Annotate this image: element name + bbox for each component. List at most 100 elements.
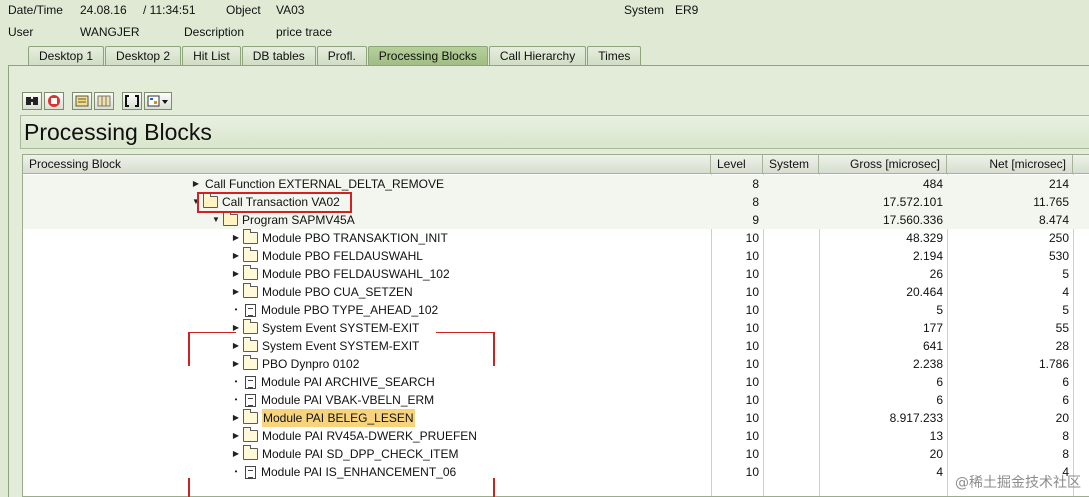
cell-net: 530 (1048, 249, 1069, 263)
column-header-net[interactable]: Net [microsec] (947, 155, 1073, 174)
table-row[interactable]: ▶ Module PBO FELDAUSWAHL 10 2.194 530 (23, 247, 1089, 265)
expand-arrow-icon[interactable]: ▶ (191, 175, 201, 193)
tab-desktop-2[interactable]: Desktop 2 (105, 46, 182, 66)
expand-arrow-icon[interactable]: ▶ (231, 445, 241, 463)
tree-node[interactable]: ▶ Module PBO FELDAUSWAHL (231, 247, 423, 265)
folder-icon (243, 445, 258, 460)
table-row[interactable]: • Module PBO TYPE_AHEAD_102 10 5 5 (23, 301, 1089, 319)
cell-level: 9 (752, 213, 759, 227)
tab-processing-blocks[interactable]: Processing Blocks (367, 46, 488, 66)
cell-level: 10 (745, 285, 759, 299)
tree-node[interactable]: • Module PBO TYPE_AHEAD_102 (231, 301, 439, 319)
cell-gross: 26 (929, 267, 943, 281)
layout-menu-icon[interactable] (144, 92, 172, 110)
table-row[interactable]: • Module PAI IS_ENHANCEMENT_06 10 4 4 (23, 463, 1089, 481)
folder-icon (243, 355, 258, 370)
stop-icon[interactable] (44, 92, 64, 110)
cell-gross: 17.572.101 (882, 195, 943, 209)
tree-node[interactable]: ▶ System Event SYSTEM-EXIT (231, 319, 419, 337)
description-value: price trace (276, 25, 333, 39)
cell-gross: 17.560.336 (882, 213, 943, 227)
table-row[interactable]: ▶ System Event SYSTEM-EXIT 10 641 28 (23, 337, 1089, 355)
tree-node[interactable]: ▶ Module PBO FELDAUSWAHL_102 (231, 265, 450, 283)
block-name: Module PBO FELDAUSWAHL_102 (262, 267, 450, 281)
annotation-line-right-top (493, 332, 495, 366)
header-row-1: Date/Time 24.08.16 / 11:34:51 Object VA0… (0, 0, 1089, 20)
table-row[interactable]: ▶ Module PAI BELEG_LESEN 10 8.917.233 20 (23, 409, 1089, 427)
document-icon (245, 465, 256, 479)
tree-node[interactable]: • Module PAI ARCHIVE_SEARCH (231, 373, 435, 391)
collapse-icon[interactable] (94, 92, 114, 110)
block-name: Module PAI RV45A-DWERK_PRUEFEN (262, 429, 477, 443)
block-name: Module PAI IS_ENHANCEMENT_06 (261, 465, 457, 479)
tree-node[interactable]: ▶ Module PAI BELEG_LESEN (231, 409, 415, 427)
collapse-arrow-icon[interactable]: ▼ (211, 211, 221, 229)
expand-arrow-icon[interactable]: ▶ (231, 427, 241, 445)
expand-arrow-icon[interactable]: ▶ (231, 337, 241, 355)
tree-node[interactable]: ▶ Module PBO TRANSAKTION_INIT (231, 229, 448, 247)
table-row[interactable]: ▼ Call Transaction VA02 8 17.572.101 11.765 (23, 193, 1089, 211)
leaf-bullet-icon: • (234, 467, 238, 476)
tab-call-hierarchy[interactable]: Call Hierarchy (488, 46, 587, 66)
cell-gross: 484 (922, 177, 943, 191)
cell-net: 20 (1055, 411, 1069, 425)
annotation-line-left-top (188, 332, 190, 366)
expand-icon[interactable] (72, 92, 92, 110)
tree-node[interactable]: ▼ Program SAPMV45A (211, 211, 355, 229)
table-row[interactable]: ▶ System Event SYSTEM-EXIT 10 177 55 (23, 319, 1089, 337)
leaf-bullet-icon: • (234, 395, 238, 404)
tab-strip: Desktop 1 Desktop 2 Hit List DB tables P… (28, 46, 642, 66)
expand-arrow-icon[interactable]: ▶ (231, 319, 241, 337)
folder-open-icon (223, 211, 238, 226)
expand-arrow-icon[interactable]: ▶ (231, 247, 241, 265)
column-header-processing-block[interactable]: Processing Block (23, 155, 711, 174)
table-row[interactable]: ▶ Module PBO TRANSAKTION_INIT 10 48.329 250 (23, 229, 1089, 247)
column-header-system[interactable]: System (763, 155, 819, 174)
table-row[interactable]: ▶ Call Function EXTERNAL_DELTA_REMOVE 8 484… (23, 175, 1089, 193)
folder-icon (243, 409, 258, 424)
user-value: WANGJER (80, 25, 140, 39)
expand-arrow-icon[interactable]: ▶ (231, 265, 241, 283)
cell-gross: 5 (936, 303, 943, 317)
table-row[interactable]: ▶ Module PAI SD_DPP_CHECK_ITEM 10 20 8 (23, 445, 1089, 463)
table-row[interactable]: • Module PAI VBAK-VBELN_ERM 10 6 6 (23, 391, 1089, 409)
column-header-gross[interactable]: Gross [microsec] (819, 155, 947, 174)
column-header-spacer (1073, 155, 1089, 174)
tree-node[interactable]: • Module PAI IS_ENHANCEMENT_06 (231, 463, 457, 481)
table-row[interactable]: • Module PAI ARCHIVE_SEARCH 10 6 6 (23, 373, 1089, 391)
tree-node[interactable]: ▶ Module PBO CUA_SETZEN (231, 283, 413, 301)
cell-gross: 4 (936, 465, 943, 479)
expand-arrow-icon[interactable]: ▶ (231, 355, 241, 373)
table-row[interactable]: ▶ Module PAI RV45A-DWERK_PRUEFEN 10 13 8 (23, 427, 1089, 445)
find-icon[interactable] (22, 92, 42, 110)
expand-arrow-icon[interactable]: ▶ (231, 409, 241, 427)
column-header-level[interactable]: Level (711, 155, 763, 174)
expand-arrow-icon[interactable]: ▶ (231, 283, 241, 301)
tree-node[interactable]: ▶ Call Function EXTERNAL_DELTA_REMOVE (191, 175, 444, 193)
toolbar (22, 91, 174, 111)
tree-node[interactable]: ▶ Module PAI SD_DPP_CHECK_ITEM (231, 445, 459, 463)
block-name: Call Function EXTERNAL_DELTA_REMOVE (205, 177, 444, 191)
cell-net: 250 (1048, 231, 1069, 245)
tab-desktop-1[interactable]: Desktop 1 (28, 46, 105, 66)
tab-hit-list[interactable]: Hit List (182, 46, 241, 66)
table-row[interactable]: ▶ Module PBO CUA_SETZEN 10 20.464 4 (23, 283, 1089, 301)
tree-node[interactable]: ▶ System Event SYSTEM-EXIT (231, 337, 419, 355)
brackets-icon[interactable] (122, 92, 142, 110)
tree-node[interactable]: ▶ Module PAI RV45A-DWERK_PRUEFEN (231, 427, 477, 445)
table-row[interactable]: ▼ Program SAPMV45A 9 17.560.336 8.474 (23, 211, 1089, 229)
processing-blocks-table: Processing Block Level System Gross [mic… (22, 154, 1089, 497)
block-name: Module PAI BELEG_LESEN (262, 409, 415, 427)
block-name: Module PBO TYPE_AHEAD_102 (261, 303, 439, 317)
document-icon (245, 303, 256, 317)
tree-node[interactable]: ▶ PBO Dynpro 0102 (231, 355, 359, 373)
annotation-line-left-tick (188, 332, 236, 333)
table-row[interactable]: ▶ Module PBO FELDAUSWAHL_102 10 26 5 (23, 265, 1089, 283)
expand-arrow-icon[interactable]: ▶ (231, 229, 241, 247)
tab-times[interactable]: Times (587, 46, 642, 66)
tree-node[interactable]: • Module PAI VBAK-VBELN_ERM (231, 391, 435, 409)
tab-db-tables[interactable]: DB tables (241, 46, 316, 66)
tab-profl[interactable]: Profl. (316, 46, 367, 66)
cell-gross: 8.917.233 (889, 411, 943, 425)
table-row[interactable]: ▶ PBO Dynpro 0102 10 2.238 1.786 (23, 355, 1089, 373)
